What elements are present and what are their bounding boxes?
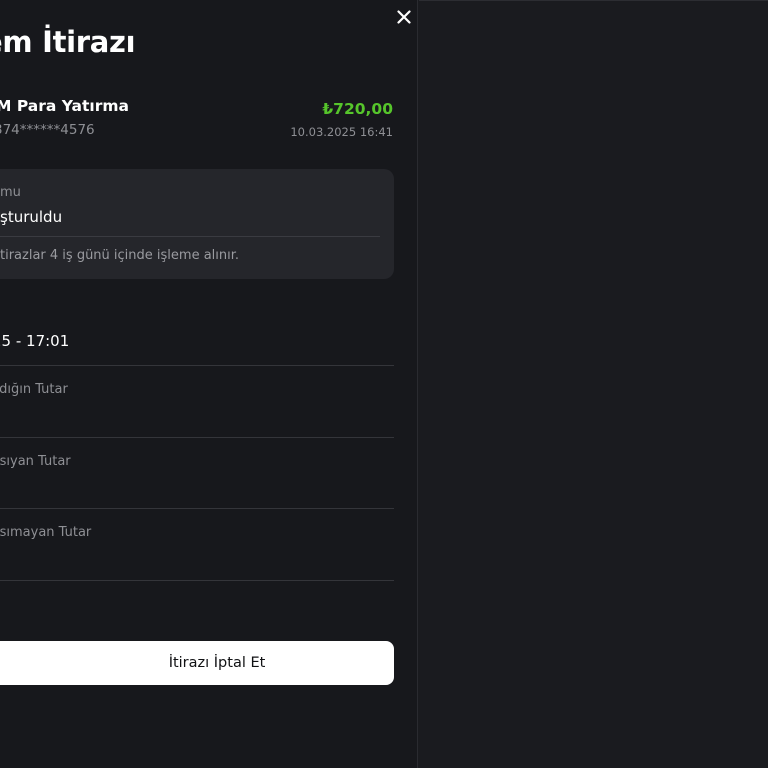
- status-card: mu şturuldu tirazlar 4 iş günü içinde iş…: [0, 169, 394, 279]
- status-value: şturuldu: [0, 208, 63, 226]
- unmatched-amount-label: ısımayan Tutar: [0, 525, 92, 540]
- divider: [0, 365, 394, 366]
- objection-detail-panel: em İtirazı M Para Yatırma 374******4576 …: [0, 0, 418, 768]
- divider: [0, 508, 394, 509]
- divider: [0, 580, 394, 581]
- transaction-amount: ₺720,00: [322, 100, 393, 118]
- matched-amount-label: ısıyan Tutar: [0, 454, 71, 469]
- divider: [0, 437, 394, 438]
- close-icon: [397, 10, 411, 24]
- page-title: em İtirazı: [0, 25, 136, 59]
- cancel-objection-button[interactable]: İtirazı İptal Et: [0, 641, 394, 685]
- transaction-card-number: 374******4576: [0, 122, 95, 138]
- transaction-date: 10.03.2025 16:41: [290, 125, 393, 139]
- refund-amount-label: rdığın Tutar: [0, 382, 68, 397]
- transaction-name: M Para Yatırma: [0, 97, 129, 115]
- backdrop-area[interactable]: [419, 0, 768, 768]
- status-divider: [0, 236, 380, 237]
- status-note: tirazlar 4 iş günü içinde işleme alınır.: [0, 248, 240, 263]
- objection-date-value: 25 - 17:01: [0, 332, 70, 350]
- status-label: mu: [0, 185, 21, 200]
- close-button[interactable]: [393, 6, 415, 28]
